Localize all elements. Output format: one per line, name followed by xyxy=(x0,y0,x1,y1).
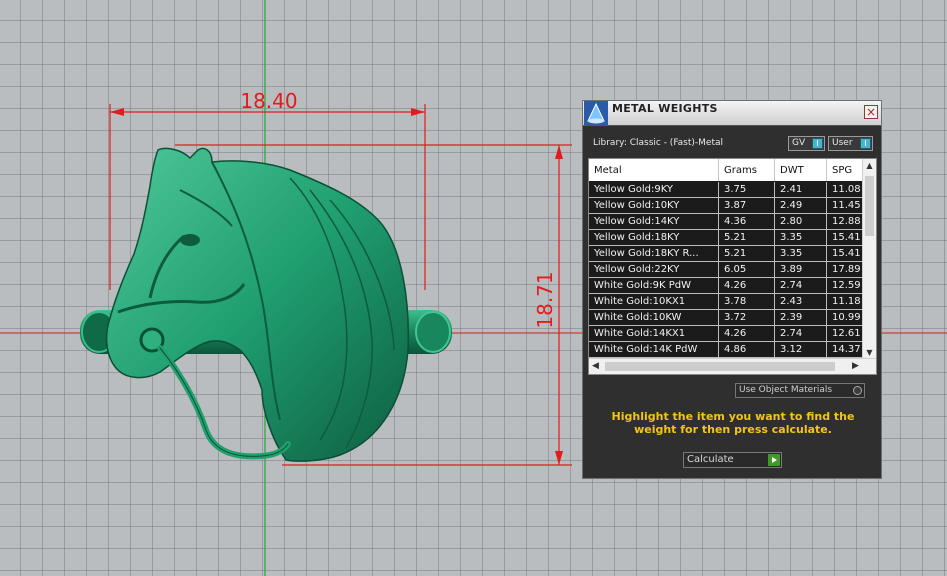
table-row[interactable]: Yellow Gold:22KY 6.05 3.89 17.89 xyxy=(589,262,862,278)
cell-grams: 3.78 xyxy=(719,294,775,309)
cell-metal: White Gold:14K PdW xyxy=(589,342,719,357)
table-row[interactable]: White Gold:10KW 3.72 2.39 10.99 xyxy=(589,310,862,326)
vertical-scrollbar[interactable]: ▲ ▼ xyxy=(862,159,876,359)
use-object-materials-label: Use Object Materials xyxy=(739,385,833,395)
cell-metal: Yellow Gold:10KY xyxy=(589,198,719,213)
cell-dwt: 2.49 xyxy=(775,198,827,213)
user-toggle-knob: I xyxy=(860,138,871,149)
cell-spg: 17.89 xyxy=(832,264,861,275)
cell-spg: 12.59 xyxy=(832,280,861,291)
cell-spg: 11.08 xyxy=(832,184,861,195)
cell-grams: 4.86 xyxy=(719,342,775,357)
cell-dwt: 3.89 xyxy=(775,262,827,277)
table-row[interactable]: Yellow Gold:18KY 5.21 3.35 15.41 xyxy=(589,230,862,246)
cell-metal: White Gold:10KX1 xyxy=(589,294,719,309)
cell-grams: 4.26 xyxy=(719,278,775,293)
cell-spg: 11.18 xyxy=(832,296,861,307)
cell-spg: 14.37 xyxy=(832,344,861,355)
cell-grams: 6.05 xyxy=(719,262,775,277)
cell-spg: 12.61 xyxy=(832,328,861,339)
cell-dwt: 2.39 xyxy=(775,310,827,325)
column-header-dwt[interactable]: DWT xyxy=(775,159,827,181)
instruction-text: Highlight the item you want to find the … xyxy=(611,410,855,436)
app-logo-icon xyxy=(584,101,608,125)
cell-grams: 3.72 xyxy=(719,310,775,325)
horizontal-scrollbar[interactable]: ◀ ▶ xyxy=(589,358,876,374)
cell-metal: White Gold:10KW xyxy=(589,310,719,325)
cell-dwt: 2.74 xyxy=(775,326,827,341)
column-header-spg[interactable]: SPG xyxy=(827,159,867,181)
table-body: Yellow Gold:9KY 3.75 2.41 11.08 Yellow Gold:… xyxy=(589,182,862,358)
user-toggle[interactable]: User I xyxy=(828,136,873,151)
calculate-label: Calculate xyxy=(687,454,734,465)
cell-metal: White Gold:14KX1 xyxy=(589,326,719,341)
cell-spg: 10.99 xyxy=(832,312,861,323)
horse-head-model[interactable] xyxy=(105,147,410,462)
panel-title: METAL WEIGHTS xyxy=(612,102,718,115)
cell-dwt: 3.35 xyxy=(775,230,827,245)
table-header: Metal Grams DWT SPG xyxy=(589,159,862,181)
cell-grams: 4.36 xyxy=(719,214,775,229)
horizontal-scroll-thumb[interactable] xyxy=(605,362,835,371)
metal-table[interactable]: Metal Grams DWT SPG Yellow Gold:9KY 3.75 2… xyxy=(588,158,877,375)
cell-grams: 5.21 xyxy=(719,230,775,245)
cell-spg: 12.88 xyxy=(832,216,861,227)
gv-toggle-label: GV xyxy=(792,138,806,148)
metal-weights-panel: METAL WEIGHTS × Library: Classic - (Fast… xyxy=(582,100,882,479)
table-row[interactable]: White Gold:9K PdW 4.26 2.74 12.59 xyxy=(589,278,862,294)
vertical-scroll-thumb[interactable] xyxy=(865,176,874,236)
cell-dwt: 2.41 xyxy=(775,182,827,197)
gv-toggle[interactable]: GV I xyxy=(788,136,825,151)
cell-dwt: 2.74 xyxy=(775,278,827,293)
scroll-up-icon[interactable]: ▲ xyxy=(863,159,876,172)
cell-grams: 4.26 xyxy=(719,326,775,341)
table-row[interactable]: White Gold:10KX1 3.78 2.43 11.18 xyxy=(589,294,862,310)
cell-spg: 15.41 xyxy=(832,248,861,259)
table-row[interactable]: White Gold:14K PdW 4.86 3.12 14.37 xyxy=(589,342,862,358)
column-header-metal[interactable]: Metal xyxy=(589,159,719,181)
table-row[interactable]: Yellow Gold:10KY 3.87 2.49 11.45 xyxy=(589,198,862,214)
cell-grams: 5.21 xyxy=(719,246,775,261)
use-object-materials-toggle[interactable]: Use Object Materials xyxy=(735,383,865,398)
width-dimension-label: 18.40 xyxy=(240,89,297,113)
cell-spg: 11.45 xyxy=(832,200,861,211)
radio-icon xyxy=(853,386,862,395)
library-label: Library: Classic - (Fast)-Metal xyxy=(593,138,724,148)
cell-dwt: 3.12 xyxy=(775,342,827,357)
play-icon xyxy=(768,454,780,466)
cell-metal: Yellow Gold:18KY xyxy=(589,230,719,245)
column-header-grams[interactable]: Grams xyxy=(719,159,775,181)
height-dimension-label: 18.71 xyxy=(533,271,557,328)
scroll-right-icon[interactable]: ▶ xyxy=(849,359,862,374)
cell-grams: 3.87 xyxy=(719,198,775,213)
cell-metal: Yellow Gold:9KY xyxy=(589,182,719,197)
table-row[interactable]: White Gold:14KX1 4.26 2.74 12.61 xyxy=(589,326,862,342)
table-row[interactable]: Yellow Gold:9KY 3.75 2.41 11.08 xyxy=(589,182,862,198)
cell-metal: Yellow Gold:14KY xyxy=(589,214,719,229)
cell-grams: 3.75 xyxy=(719,182,775,197)
table-row[interactable]: Yellow Gold:14KY 4.36 2.80 12.88 xyxy=(589,214,862,230)
cell-dwt: 3.35 xyxy=(775,246,827,261)
table-row[interactable]: Yellow Gold:18KY R... 5.21 3.35 15.41 xyxy=(589,246,862,262)
gv-toggle-knob: I xyxy=(812,138,823,149)
cell-dwt: 2.43 xyxy=(775,294,827,309)
calculate-button[interactable]: Calculate xyxy=(683,452,782,468)
cell-metal: Yellow Gold:18KY R... xyxy=(589,246,719,261)
panel-titlebar[interactable]: METAL WEIGHTS × xyxy=(583,101,881,126)
cell-dwt: 2.80 xyxy=(775,214,827,229)
close-button[interactable]: × xyxy=(864,105,878,119)
scroll-left-icon[interactable]: ◀ xyxy=(589,359,602,374)
user-toggle-label: User xyxy=(832,138,853,148)
cell-metal: White Gold:9K PdW xyxy=(589,278,719,293)
cell-metal: Yellow Gold:22KY xyxy=(589,262,719,277)
cell-spg: 15.41 xyxy=(832,232,861,243)
